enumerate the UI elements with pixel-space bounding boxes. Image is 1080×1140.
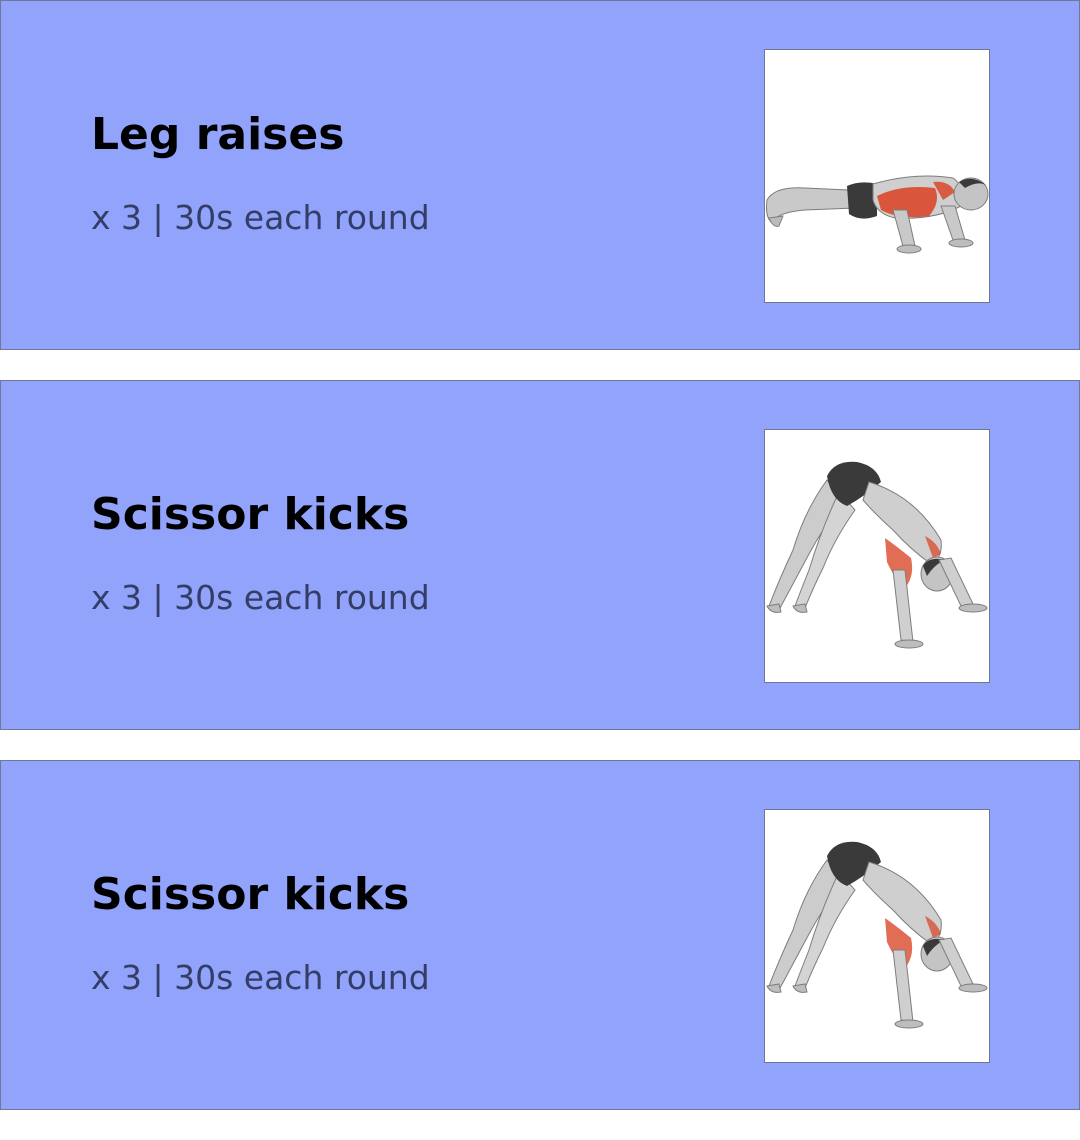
exercise-detail: x 3 | 30s each round [91, 578, 430, 617]
exercise-card[interactable]: Leg raises x 3 | 30s each round [0, 0, 1080, 350]
exercise-title: Scissor kicks [91, 869, 410, 920]
exercise-thumbnail [764, 49, 990, 303]
pushup-figure-icon [766, 175, 989, 254]
exercise-detail: x 3 | 30s each round [91, 198, 430, 237]
pike-pushup-figure-icon [766, 841, 988, 1029]
exercise-title: Leg raises [91, 109, 345, 160]
exercise-thumbnail [764, 809, 990, 1063]
exercise-thumbnail [764, 429, 990, 683]
exercise-card[interactable]: Scissor kicks x 3 | 30s each round [0, 380, 1080, 730]
exercise-title: Scissor kicks [91, 489, 410, 540]
pike-pushup-figure-icon [766, 461, 988, 649]
exercise-detail: x 3 | 30s each round [91, 958, 430, 997]
exercise-card[interactable]: Scissor kicks x 3 | 30s each round [0, 760, 1080, 1110]
